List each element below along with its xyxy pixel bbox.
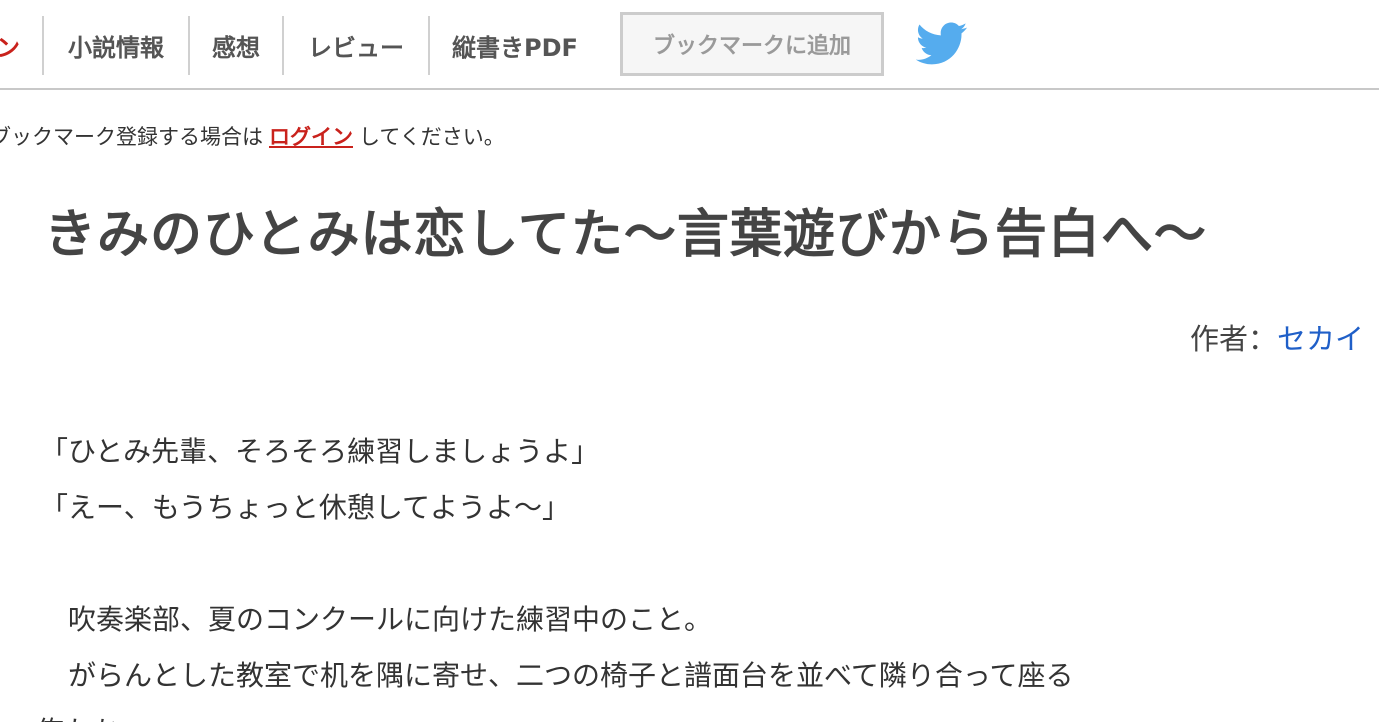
novel-title: きみのひとみは恋してた〜言葉遊びから告白へ〜 xyxy=(44,205,1207,265)
author-name-link[interactable]: セカイ xyxy=(1277,322,1364,356)
nav-vertical-pdf[interactable]: 縦書きPDF xyxy=(430,16,600,75)
nav-novel-info[interactable]: 小説情報 xyxy=(44,16,188,75)
novel-page: ン 小説情報 感想 レビュー 縦書きPDF ブックマークに追加 ブックマーク登録… xyxy=(0,0,1379,722)
notice-prefix: ブックマーク登録する場合は xyxy=(0,125,263,149)
text-line: 「ひとみ先輩、そろそろ練習しましょうよ」 xyxy=(40,435,600,468)
login-link[interactable]: ログイン xyxy=(269,125,353,149)
login-notice: ブックマーク登録する場合は ログイン してください。 xyxy=(0,121,505,151)
text-line: 俺たち xyxy=(36,710,120,722)
nav-login-link[interactable]: ン xyxy=(0,16,26,75)
add-bookmark-button[interactable]: ブックマークに追加 xyxy=(620,12,884,76)
twitter-bird-icon xyxy=(915,22,968,65)
author-label: 作者： xyxy=(1189,322,1277,356)
nav-reviews[interactable]: レビュー xyxy=(284,16,428,75)
text-line: がらんとした教室で机を隅に寄せ、二つの椅子と譜面台を並べて隣り合って座る xyxy=(40,659,1074,692)
author-line: 作者：セカイ xyxy=(1190,316,1364,358)
top-navigation: ン 小説情報 感想 レビュー 縦書きPDF ブックマークに追加 xyxy=(0,0,1379,90)
text-line: 「えー、もうちょっと休憩してようよ〜」 xyxy=(40,491,571,524)
twitter-share-button[interactable] xyxy=(915,22,968,66)
notice-suffix: してください。 xyxy=(359,125,505,149)
text-line: 吹奏楽部、夏のコンクールに向けた練習中のこと。 xyxy=(40,603,713,636)
nav-impressions[interactable]: 感想 xyxy=(190,16,282,75)
